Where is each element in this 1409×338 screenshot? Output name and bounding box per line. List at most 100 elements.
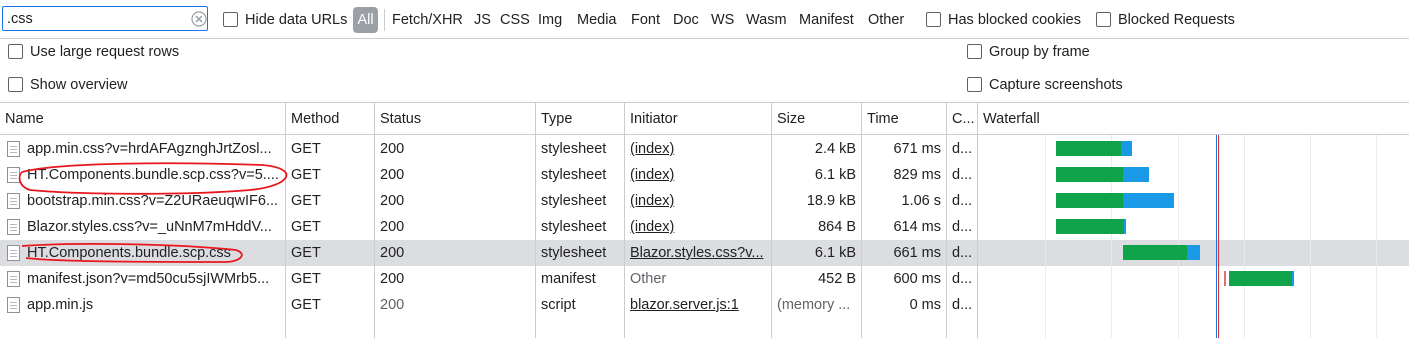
cell-method: GET (291, 141, 321, 157)
type-filter-doc[interactable]: Doc (673, 11, 699, 29)
cell-name: Blazor.styles.css?v=_uNnM7mHddV... (27, 219, 272, 235)
type-filter-fetch-xhr[interactable]: Fetch/XHR (392, 11, 463, 29)
file-icon (7, 297, 20, 313)
cell-initiator-link[interactable]: (index) (625, 136, 772, 162)
cell-initiator-link[interactable]: Blazor.styles.css?v... (625, 240, 772, 266)
column-divider[interactable] (977, 103, 978, 338)
column-header-initiator[interactable]: Initiator (625, 103, 772, 135)
type-filter-css[interactable]: CSS (500, 11, 530, 29)
column-header-time[interactable]: Time (862, 103, 947, 135)
cell-cache: d... (952, 245, 973, 261)
column-header-method[interactable]: Method (286, 103, 375, 135)
type-filter-img[interactable]: Img (538, 11, 562, 29)
cell-status: 200 (380, 297, 405, 313)
capture-screenshots-checkbox[interactable] (967, 77, 982, 92)
blocked-requests-checkbox[interactable] (1096, 12, 1111, 27)
waterfall-bar-waiting (1123, 245, 1187, 260)
type-filter-media[interactable]: Media (577, 11, 617, 29)
type-filter-ws[interactable]: WS (711, 11, 734, 29)
table-row[interactable]: app.min.css?v=hrdAFAgznghJrtZosl... GET … (0, 136, 1409, 162)
show-overview-checkbox[interactable] (8, 77, 23, 92)
cell-type: stylesheet (541, 141, 607, 157)
type-filter-wasm[interactable]: Wasm (746, 11, 787, 29)
column-divider[interactable] (946, 103, 947, 338)
waterfall-bar-waiting (1056, 219, 1124, 234)
file-icon (7, 219, 20, 235)
cell-name: bootstrap.min.css?v=Z2URaeuqwIF6... (27, 193, 279, 209)
cell-name: app.min.js (27, 297, 94, 313)
cell-name: HT.Components.bundle.scp.css (27, 245, 231, 261)
cell-size: 864 B (818, 219, 856, 235)
group-by-frame-checkbox[interactable] (967, 44, 982, 59)
show-overview-label: Show overview (30, 77, 128, 93)
column-divider[interactable] (285, 103, 286, 338)
column-divider[interactable] (624, 103, 625, 338)
file-icon (7, 245, 20, 261)
cell-initiator-link[interactable]: (index) (625, 188, 772, 214)
has-blocked-cookies-checkbox[interactable] (926, 12, 941, 27)
column-divider[interactable] (771, 103, 772, 338)
cell-name: HT.Components.bundle.scp.css?v=5.... (27, 167, 279, 183)
column-divider[interactable] (535, 103, 536, 338)
type-filter-other[interactable]: Other (868, 11, 904, 29)
waterfall-bar-download (1121, 141, 1132, 156)
table-row[interactable]: HT.Components.bundle.scp.css?v=5.... GET… (0, 162, 1409, 188)
cell-size: 452 B (818, 271, 856, 287)
hide-data-urls-label: Hide data URLs (245, 12, 348, 28)
filter-input-box[interactable] (2, 6, 208, 31)
table-row[interactable]: Blazor.styles.css?v=_uNnM7mHddV... GET 2… (0, 214, 1409, 240)
waterfall-bar-download (1123, 167, 1149, 182)
column-divider[interactable] (374, 103, 375, 338)
type-filter-manifest[interactable]: Manifest (799, 11, 854, 29)
waterfall-bar-download (1123, 193, 1174, 208)
waterfall-gridline (1111, 135, 1112, 338)
waterfall-bar-download (1187, 245, 1200, 260)
cell-initiator-link[interactable]: (index) (625, 162, 772, 188)
cell-method: GET (291, 271, 321, 287)
waterfall-gridline (1376, 135, 1377, 338)
cell-status: 200 (380, 193, 405, 209)
cell-time: 600 ms (893, 271, 941, 287)
column-header-waterfall[interactable]: Waterfall (978, 103, 1409, 135)
table-row[interactable]: app.min.js GET 200 script blazor.server.… (0, 292, 1409, 318)
capture-screenshots-label: Capture screenshots (989, 77, 1123, 93)
dom-content-loaded-line (1216, 135, 1217, 338)
large-rows-checkbox[interactable] (8, 44, 23, 59)
cell-status: 200 (380, 245, 405, 261)
clear-icon[interactable] (191, 11, 207, 27)
type-filter-js[interactable]: JS (474, 11, 491, 29)
column-header-name[interactable]: Name (0, 103, 286, 135)
type-filter-all[interactable]: All (353, 7, 378, 33)
cell-name: app.min.css?v=hrdAFAgznghJrtZosl... (27, 141, 272, 157)
cell-initiator-link[interactable]: (index) (625, 214, 772, 240)
cell-time: 829 ms (893, 167, 941, 183)
cell-method: GET (291, 297, 321, 313)
table-row[interactable]: manifest.json?v=md50cu5sjIWMrb5... GET 2… (0, 266, 1409, 292)
cell-time: 0 ms (909, 297, 941, 313)
column-header-size[interactable]: Size (772, 103, 862, 135)
file-icon (7, 271, 20, 287)
type-filter-font[interactable]: Font (631, 11, 660, 29)
divider (384, 9, 385, 31)
filter-bar: Hide data URLs All Fetch/XHR JS CSS Img … (0, 0, 1409, 39)
table-row[interactable]: bootstrap.min.css?v=Z2URaeuqwIF6... GET … (0, 188, 1409, 214)
large-rows-label: Use large request rows (30, 44, 180, 60)
filter-input[interactable] (7, 9, 187, 28)
file-icon (7, 167, 20, 183)
hide-data-urls-checkbox[interactable] (223, 12, 238, 27)
column-header-status[interactable]: Status (375, 103, 536, 135)
cell-type: stylesheet (541, 193, 607, 209)
file-icon (7, 193, 20, 209)
cell-name: manifest.json?v=md50cu5sjIWMrb5... (27, 271, 270, 287)
column-header-type[interactable]: Type (536, 103, 625, 135)
cell-time: 671 ms (893, 141, 941, 157)
cell-size: 6.1 kB (814, 167, 856, 183)
column-divider[interactable] (861, 103, 862, 338)
cell-type: stylesheet (541, 245, 607, 261)
column-header-cache[interactable]: C... (947, 103, 978, 135)
cell-method: GET (291, 193, 321, 209)
cell-size: 2.4 kB (814, 141, 856, 157)
waterfall-bar-waiting (1056, 193, 1123, 208)
cell-initiator-link[interactable]: blazor.server.js:1 (625, 292, 772, 318)
waterfall-bar-waiting (1056, 141, 1121, 156)
